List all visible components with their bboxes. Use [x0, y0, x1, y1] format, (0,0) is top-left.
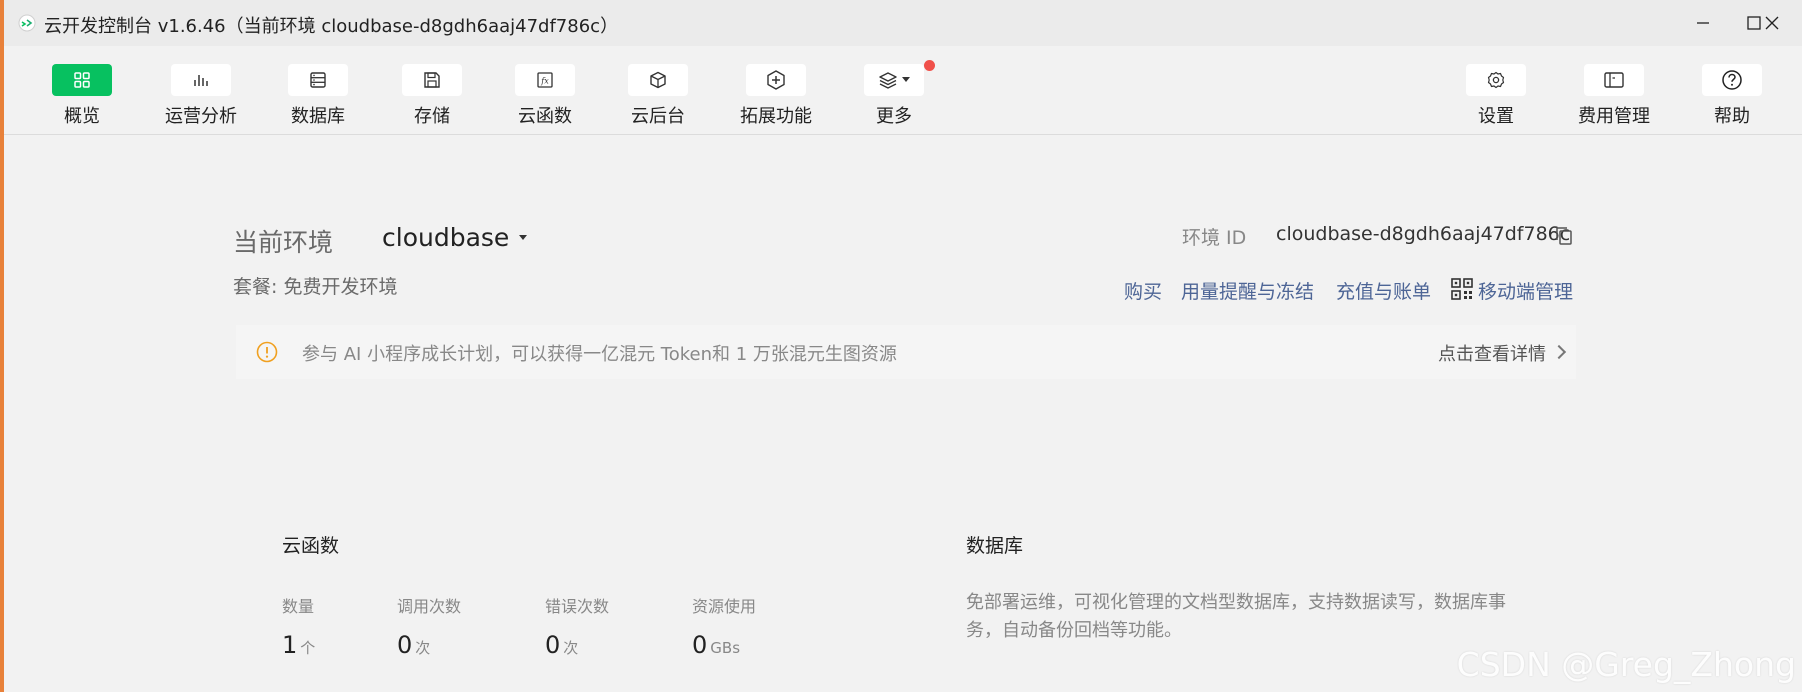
tab-help[interactable]: 帮助: [1682, 46, 1782, 134]
stat-value: 1个: [282, 631, 315, 659]
tab-cloud-backend[interactable]: 云后台: [608, 46, 708, 134]
tab-database[interactable]: 数据库: [268, 46, 368, 134]
tab-billing[interactable]: 费用管理: [1564, 46, 1664, 134]
qr-code-icon[interactable]: [1450, 277, 1474, 301]
tab-label: 运营分析: [165, 106, 237, 127]
buy-link[interactable]: 购买: [1124, 277, 1162, 304]
tab-label: 概览: [64, 106, 100, 127]
env-selected-value: cloudbase: [382, 223, 510, 252]
env-id-label: 环境 ID: [1182, 227, 1247, 249]
panel-icon: [1604, 72, 1624, 88]
stat-unit: GBs: [710, 639, 741, 657]
stat-value: 0次: [545, 631, 578, 659]
minimize-button[interactable]: [1683, 8, 1723, 38]
stat-unit: 次: [415, 639, 431, 657]
hexagon-plus-icon: [767, 70, 785, 90]
caret-down-icon: [902, 77, 910, 82]
notification-dot: [924, 60, 935, 71]
database-section-title: 数据库: [966, 535, 1024, 557]
chevron-right-icon: [1551, 344, 1567, 360]
warning-icon: [256, 341, 278, 363]
watermark: CSDN @Greg_Zhong: [1456, 645, 1796, 684]
window-title: 云开发控制台 v1.6.46（当前环境 cloudbase-d8gdh6aaj4…: [44, 16, 619, 37]
env-selector[interactable]: cloudbase: [382, 223, 528, 252]
stat-number: 0: [397, 631, 413, 659]
tab-more[interactable]: 更多: [844, 46, 944, 134]
tab-cloud-functions[interactable]: fx 云函数: [495, 46, 595, 134]
promo-details-link[interactable]: 点击查看详情: [1438, 340, 1546, 366]
stat-value: 0次: [397, 631, 430, 659]
promo-text: 参与 AI 小程序成长计划，可以获得一亿混元 Token和 1 万张混元生图资源: [302, 344, 897, 365]
grid-icon: [74, 72, 90, 88]
gear-icon: [1487, 71, 1505, 89]
bar-chart-icon: [194, 75, 208, 86]
tab-label: 云后台: [631, 106, 685, 127]
overview-content: 当前环境 cloudbase 套餐: 免费开发环境 环境 ID cloudbas…: [4, 135, 1802, 692]
tab-settings[interactable]: 设置: [1446, 46, 1546, 134]
app-logo-icon: [18, 14, 36, 32]
minimize-icon: [1697, 22, 1709, 24]
database-description: 免部署运维，可视化管理的文档型数据库，支持数据读写，数据库事务，自动备份回档等功…: [966, 592, 1506, 641]
stat-unit: 个: [300, 639, 316, 657]
plan-info: 套餐: 免费开发环境: [233, 276, 398, 298]
tab-extensions[interactable]: 拓展功能: [726, 46, 826, 134]
database-icon: [310, 72, 326, 88]
copy-icon[interactable]: [1554, 225, 1574, 247]
app-window: 云开发控制台 v1.6.46（当前环境 cloudbase-d8gdh6aaj4…: [4, 0, 1802, 692]
layers-icon: [879, 72, 897, 89]
close-button[interactable]: [1752, 8, 1792, 38]
main-toolbar: 概览 运营分析 数据库 存储 fx 云函数 云后台 拓展功能 更多 设置 费用管…: [4, 46, 1802, 135]
stat-value: 0 GBs: [692, 631, 740, 659]
tab-label: 云函数: [518, 106, 572, 127]
close-icon: [1765, 16, 1779, 30]
help-icon: [1722, 70, 1742, 90]
tab-label: 存储: [414, 106, 450, 127]
svg-text:fx: fx: [540, 77, 549, 86]
tab-overview[interactable]: 概览: [32, 46, 132, 134]
current-env-label: 当前环境: [233, 228, 334, 257]
function-icon: fx: [537, 72, 553, 88]
usage-alert-link[interactable]: 用量提醒与冻结: [1181, 277, 1314, 304]
caret-down-icon: [519, 235, 528, 240]
env-id-value: cloudbase-d8gdh6aaj47df786c: [1276, 223, 1571, 245]
tab-label: 更多: [876, 106, 912, 127]
stat-number: 0: [545, 631, 561, 659]
stat-label: 调用次数: [397, 597, 462, 616]
stat-unit: 次: [563, 639, 579, 657]
tab-label: 设置: [1478, 106, 1514, 127]
stat-label: 资源使用: [692, 597, 757, 616]
mobile-management-link[interactable]: 移动端管理: [1478, 277, 1573, 304]
cube-icon: [650, 71, 666, 89]
save-icon: [424, 72, 440, 88]
tab-storage[interactable]: 存储: [382, 46, 482, 134]
stat-label: 数量: [282, 597, 315, 616]
stat-number: 1: [282, 631, 298, 659]
title-bar: 云开发控制台 v1.6.46（当前环境 cloudbase-d8gdh6aaj4…: [4, 0, 1802, 46]
stat-number: 0: [692, 631, 708, 659]
functions-section-title: 云函数: [282, 535, 340, 557]
tab-label: 数据库: [291, 106, 345, 127]
promo-banner: 参与 AI 小程序成长计划，可以获得一亿混元 Token和 1 万张混元生图资源…: [236, 325, 1576, 379]
tab-analytics[interactable]: 运营分析: [151, 46, 251, 134]
recharge-billing-link[interactable]: 充值与账单: [1336, 277, 1431, 304]
tab-label: 帮助: [1714, 106, 1750, 127]
tab-label: 费用管理: [1578, 106, 1650, 127]
tab-label: 拓展功能: [740, 106, 812, 127]
stat-label: 错误次数: [545, 597, 610, 616]
